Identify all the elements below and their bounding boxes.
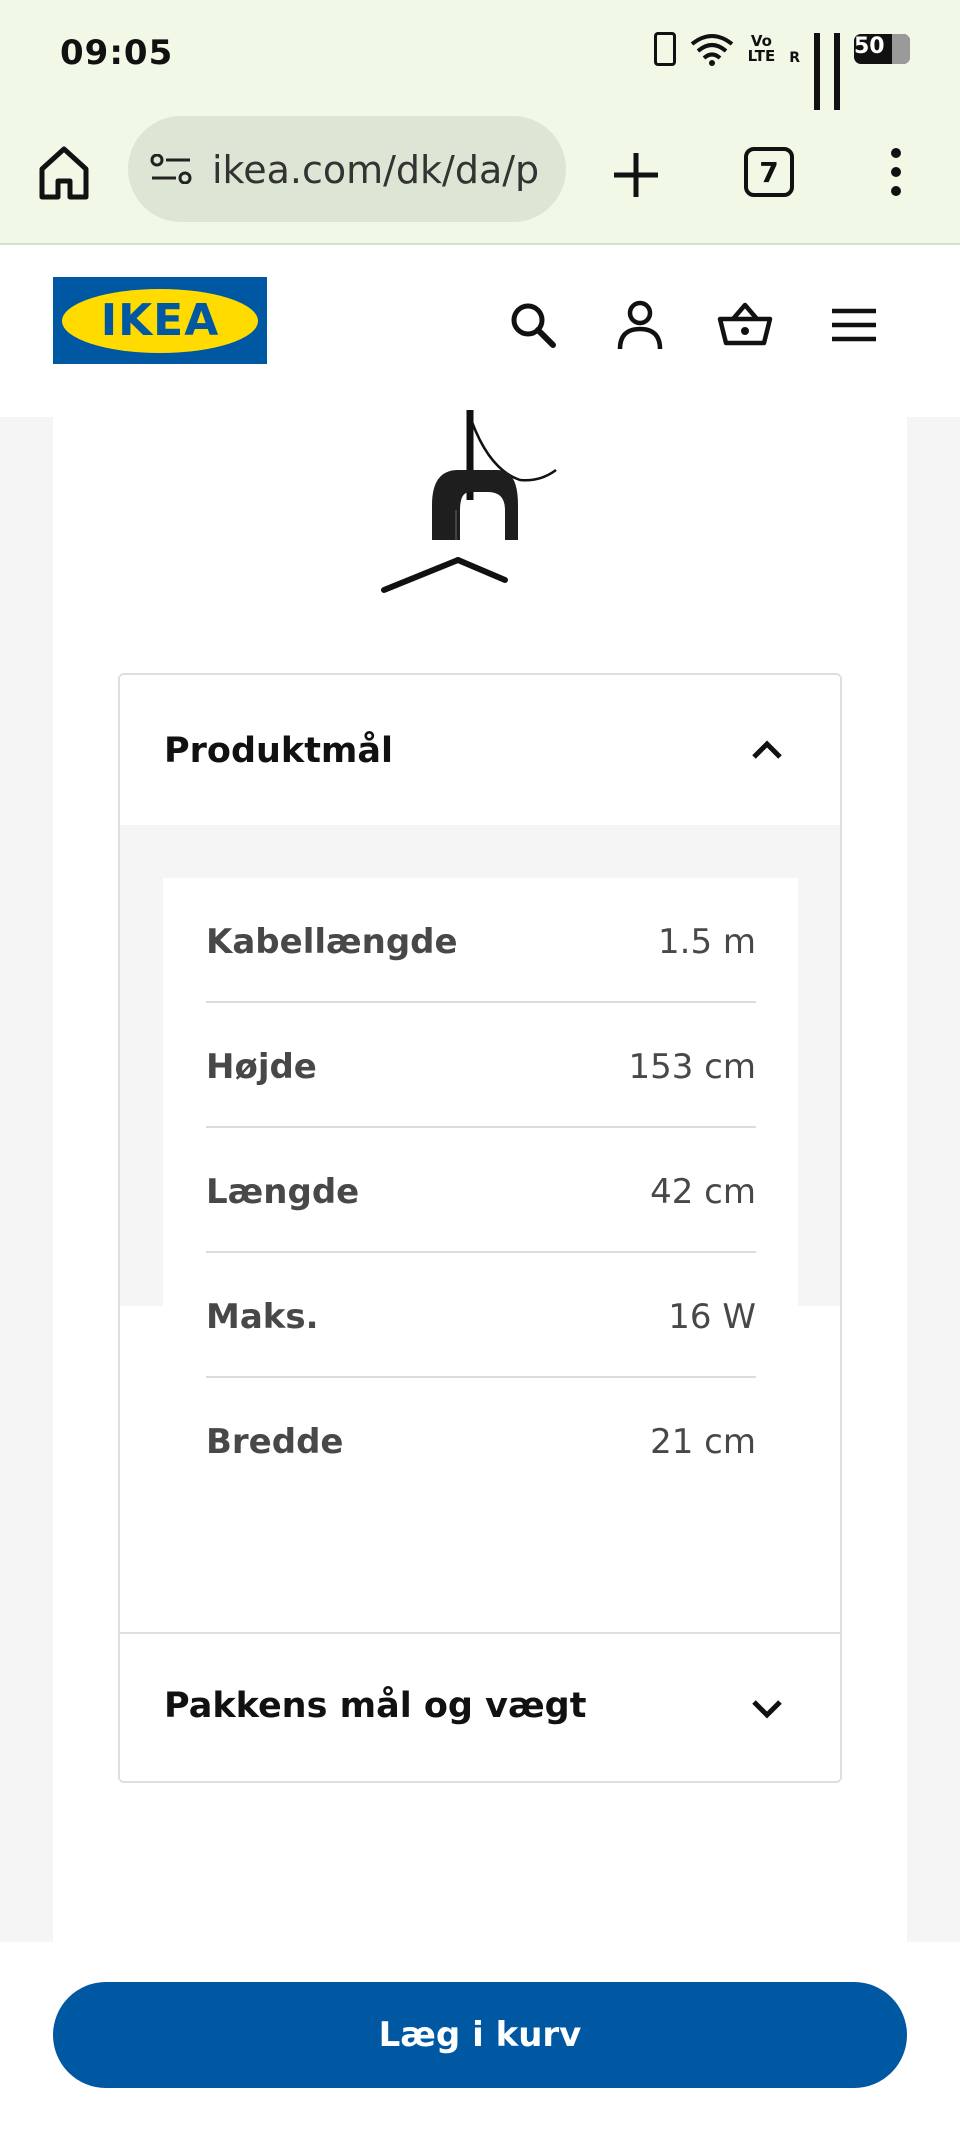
dimension-label: Bredde: [206, 1422, 344, 1462]
dimension-value: 42 cm: [650, 1172, 756, 1212]
status-time: 09:05: [60, 33, 174, 73]
browser-toolbar: ikea.com/dk/da/p 7: [0, 110, 960, 245]
site-header: IKEA: [0, 247, 960, 417]
product-dimensions-header[interactable]: Produktmål: [120, 675, 840, 825]
dimension-row: Højde 153 cm: [206, 1003, 756, 1128]
menu-icon[interactable]: [826, 297, 882, 353]
signal-icon-2: [834, 33, 840, 115]
dimension-value: 1.5 m: [658, 922, 756, 962]
add-to-cart-button[interactable]: Læg i kurv: [53, 1982, 907, 2088]
dimension-label: Længde: [206, 1172, 360, 1212]
dimension-row: Længde 42 cm: [206, 1128, 756, 1253]
roaming-indicator: R: [789, 50, 800, 66]
dimension-value: 21 cm: [650, 1422, 756, 1462]
tab-switcher-button[interactable]: 7: [744, 147, 794, 197]
home-icon[interactable]: [38, 145, 90, 201]
url-text[interactable]: ikea.com/dk/da/p: [212, 148, 557, 192]
battery-percent: 50: [854, 34, 885, 59]
dimension-label: Maks.: [206, 1297, 319, 1337]
address-bar[interactable]: ikea.com/dk/da/p: [128, 116, 566, 222]
status-icons: Vo LTE R 50: [653, 32, 910, 115]
dimension-row: Bredde 21 cm: [206, 1378, 756, 1503]
search-icon[interactable]: [505, 297, 561, 353]
battery-icon: 50: [854, 34, 910, 64]
dimension-label: Højde: [206, 1047, 317, 1087]
dimension-row: Maks. 16 W: [206, 1253, 756, 1378]
user-icon[interactable]: [612, 297, 668, 353]
logo-text: IKEA: [100, 295, 220, 346]
new-tab-icon[interactable]: [606, 145, 666, 205]
basket-icon[interactable]: [717, 297, 773, 353]
dimensions-table: Kabellængde 1.5 m Højde 153 cm Længde 42…: [163, 878, 798, 1588]
status-bar: 09:05 Vo LTE R 50: [0, 0, 960, 115]
product-image: [381, 410, 557, 593]
volte-icon: Vo LTE: [747, 32, 776, 65]
browser-menu-icon[interactable]: [878, 142, 914, 202]
bottom-action-bar: Læg i kurv: [0, 1942, 960, 2133]
package-dimensions-header[interactable]: Pakkens mål og vægt: [120, 1632, 840, 1781]
dimension-label: Kabellængde: [206, 922, 458, 962]
dimension-row: Kabellængde 1.5 m: [206, 878, 756, 1003]
ikea-logo[interactable]: IKEA: [53, 277, 267, 364]
vibrate-icon: [653, 32, 676, 66]
signal-icon: [814, 33, 820, 115]
chevron-up-icon[interactable]: [750, 739, 784, 761]
dimensions-accordion: Produktmål Kabellængde 1.5 m Højde 153 c…: [118, 673, 842, 1783]
package-dimensions-title: Pakkens mål og vægt: [164, 1686, 587, 1726]
dimension-value: 16 W: [668, 1297, 756, 1337]
dimension-value: 153 cm: [628, 1047, 756, 1087]
site-settings-icon[interactable]: [150, 154, 194, 184]
chevron-down-icon[interactable]: [750, 1698, 784, 1720]
wifi-icon: [690, 34, 733, 66]
product-dimensions-title: Produktmål: [164, 731, 394, 771]
